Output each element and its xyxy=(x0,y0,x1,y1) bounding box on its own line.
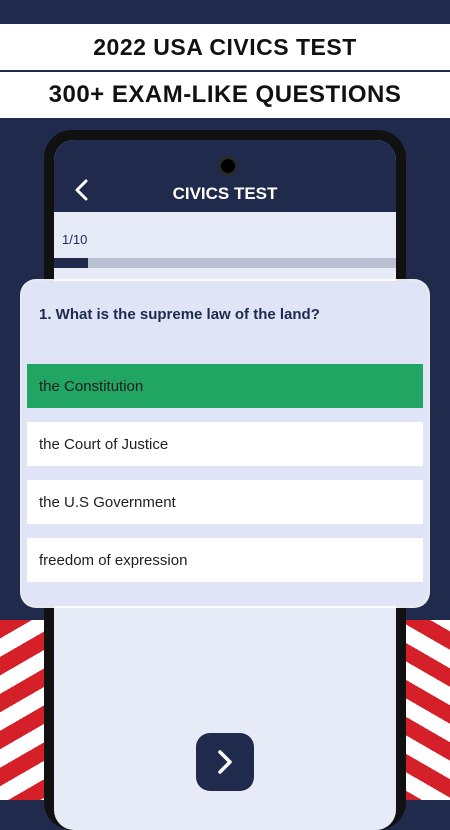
front-camera xyxy=(218,156,238,176)
app-bar: CIVICS TEST xyxy=(54,140,396,212)
promo-banner-title: 2022 USA CIVICS TEST xyxy=(0,24,450,70)
answer-option[interactable]: the Court of Justice xyxy=(27,422,423,466)
question-text: 1. What is the supreme law of the land? xyxy=(39,306,320,323)
answer-option[interactable]: the U.S Government xyxy=(27,480,423,524)
next-question-button[interactable] xyxy=(196,733,254,791)
answer-option[interactable]: freedom of expression xyxy=(27,538,423,582)
answer-option[interactable]: the Constitution xyxy=(27,364,423,408)
question-card: 1. What is the supreme law of the land? … xyxy=(22,281,428,606)
promo-banner-subtitle: 300+ EXAM-LIKE QUESTIONS xyxy=(0,72,450,118)
progress-bar-fill xyxy=(54,258,89,268)
app-title: CIVICS TEST xyxy=(172,184,278,203)
progress-bar xyxy=(54,258,396,268)
chevron-right-icon xyxy=(218,750,232,774)
progress-counter: 1/10 xyxy=(62,232,88,247)
